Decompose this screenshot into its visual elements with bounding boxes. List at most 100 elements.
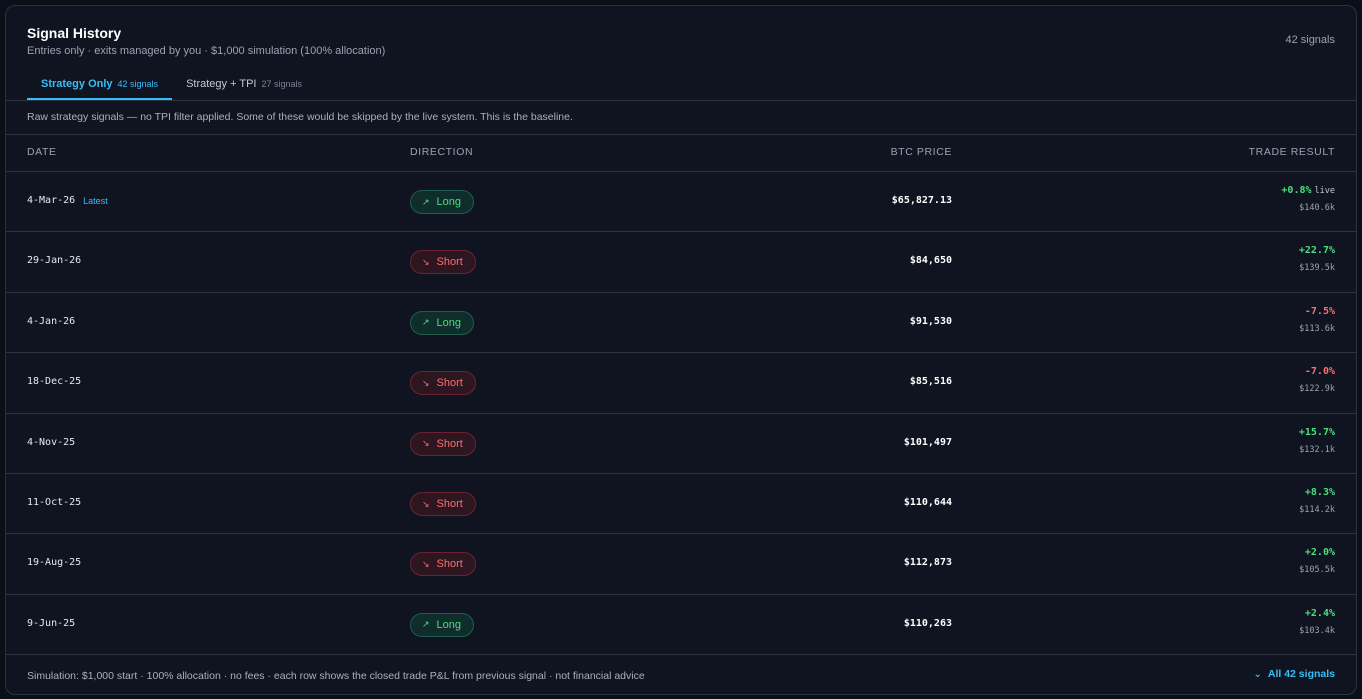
portfolio-value: $122.9k (1299, 384, 1335, 395)
btc-price: $110,263 (903, 617, 952, 629)
direction-label: Long (436, 316, 462, 329)
arrow-up-right-icon: ↗ (422, 619, 430, 630)
date-text: 19-Aug-25 (27, 557, 82, 569)
result-percent: -7.0% (1299, 365, 1335, 379)
direction-badge: ↘ Short (410, 552, 476, 577)
signal-date: 4-Jan-26 (27, 316, 75, 327)
signal-history-panel: Signal History Entries only · exits mana… (5, 5, 1357, 695)
direction-label: Long (436, 196, 462, 208)
direction-label: Long (436, 618, 462, 631)
date-text: 4-Nov-25 (27, 436, 76, 448)
column-header-direction: DIRECTION (410, 146, 474, 158)
trade-result: +22.7% $139.5k (1299, 244, 1335, 275)
btc-price: $110,644 (903, 497, 952, 508)
panel-subtitle: Entries only · exits managed by you · $1… (27, 45, 386, 57)
tab-bar: Strategy Only 42 signals Strategy + TPI … (27, 76, 316, 100)
trade-result: +0.8% live $140.6k (1281, 184, 1335, 215)
portfolio-value: $132.1k (1299, 444, 1335, 455)
arrow-down-right-icon: ↘ (422, 377, 430, 388)
result-percent-value: +2.0% (1304, 547, 1335, 559)
btc-price: $65,827.13 (891, 195, 952, 206)
panel-header: Signal History Entries only · exits mana… (6, 6, 1356, 101)
direction-badge: ↘ Short (410, 492, 476, 516)
trade-result: +15.7% $132.1k (1299, 426, 1335, 457)
panel-title: Signal History (27, 25, 122, 41)
trade-result: +2.0% $105.5k (1299, 546, 1335, 577)
btc-price: $101,497 (903, 436, 952, 448)
portfolio-value: $105.5k (1299, 565, 1335, 576)
live-tag: live (1314, 186, 1335, 196)
arrow-down-right-icon: ↘ (422, 498, 430, 509)
signal-date: 19-Aug-25 (27, 557, 81, 568)
signal-date: 4-Mar-26 Latest (27, 195, 108, 206)
result-percent-value: +22.7% (1298, 245, 1335, 257)
divider (6, 134, 1356, 135)
signal-date: 29-Jan-26 (27, 255, 81, 266)
arrow-down-right-icon: ↘ (422, 558, 430, 569)
column-header-date: DATE (27, 146, 57, 158)
direction-label: Short (436, 558, 463, 571)
portfolio-value: $114.2k (1299, 505, 1335, 515)
direction-label: Short (436, 377, 463, 390)
portfolio-value: $103.4k (1299, 625, 1335, 636)
trade-result: +2.4% $103.4k (1299, 607, 1335, 638)
table-row: 4-Mar-26 Latest ↗ Long $65,827.13 +0.8% live $1… (6, 171, 1356, 231)
all-signals-label: All 42 signals (1267, 668, 1335, 680)
table-row: 11-Oct-25 ↘ Short $110,644 +8.3% $114.2k (6, 473, 1356, 533)
arrow-down-right-icon: ↘ (422, 256, 430, 267)
signal-date: 4-Nov-25 (27, 437, 75, 448)
result-percent-value: +0.8% (1281, 185, 1312, 196)
result-percent: +2.0% (1299, 546, 1335, 560)
table-row: 29-Jan-26 ↘ Short $84,650 +22.7% $139.5k (6, 231, 1356, 291)
result-percent-value: +2.4% (1304, 607, 1335, 619)
result-percent-value: +8.3% (1304, 487, 1335, 498)
btc-price: $84,650 (909, 255, 952, 267)
result-percent: +8.3% (1299, 486, 1335, 500)
footer-disclaimer: Simulation: $1,000 start · 100% allocati… (27, 670, 645, 682)
signal-date: 9-Jun-25 (27, 618, 75, 629)
column-header-result: TRADE RESULT (1248, 146, 1335, 158)
result-percent: +22.7% (1299, 244, 1335, 258)
direction-badge: ↗ Long (410, 310, 475, 335)
direction-label: Short (436, 256, 463, 269)
latest-tag: Latest (83, 195, 108, 206)
arrow-up-right-icon: ↗ (422, 196, 430, 207)
result-percent: +15.7% (1299, 426, 1335, 440)
divider (6, 654, 1356, 655)
all-signals-button[interactable]: ⌄ All 42 signals (1253, 668, 1335, 680)
signal-count: 42 signals (1285, 34, 1335, 46)
tab-count: 42 signals (117, 79, 159, 89)
arrow-up-right-icon: ↗ (422, 317, 430, 328)
trade-result: -7.5% $113.6k (1299, 305, 1335, 336)
result-percent: +2.4% (1299, 607, 1335, 621)
result-percent: +0.8% live (1281, 184, 1335, 198)
signal-date: 18-Dec-25 (27, 376, 81, 387)
result-percent-value: -7.5% (1304, 305, 1335, 317)
date-text: 4-Mar-26 (27, 195, 76, 206)
portfolio-value: $139.5k (1299, 263, 1335, 274)
btc-price: $112,873 (903, 557, 952, 569)
table-row: 18-Dec-25 ↘ Short $85,516 -7.0% $122.9k (6, 352, 1356, 412)
date-text: 4-Jan-26 (27, 315, 76, 327)
date-text: 29-Jan-26 (27, 255, 82, 267)
tab-count: 27 signals (261, 79, 303, 89)
table-row: 4-Nov-25 ↘ Short $101,497 +15.7% $132.1k (6, 412, 1356, 473)
trade-result: +8.3% $114.2k (1299, 486, 1335, 517)
table-row: 19-Aug-25 ↘ Short $112,873 +2.0% $105.5k (6, 533, 1356, 593)
date-text: 11-Oct-25 (27, 497, 82, 508)
table-row: 4-Jan-26 ↗ Long $91,530 -7.5% $113.6k (6, 291, 1356, 352)
btc-price: $85,516 (909, 376, 952, 388)
trade-result: -7.0% $122.9k (1299, 365, 1335, 396)
chevron-down-icon: ⌄ (1253, 668, 1262, 680)
signal-date: 11-Oct-25 (27, 497, 81, 508)
direction-badge: ↘ Short (410, 250, 476, 275)
direction-label: Short (436, 498, 463, 510)
direction-badge: ↘ Short (410, 431, 476, 456)
arrow-down-right-icon: ↘ (422, 438, 430, 449)
result-percent-value: +15.7% (1298, 426, 1335, 438)
btc-price: $91,530 (909, 315, 952, 327)
table-row: 9-Jun-25 ↗ Long $110,263 +2.4% $103.4k (6, 593, 1356, 654)
tab-strategy-only[interactable]: Strategy Only 42 signals (27, 76, 173, 100)
column-header-price: BTC PRICE (890, 146, 952, 158)
tab-strategy-tpi[interactable]: Strategy + TPI 27 signals (172, 76, 316, 100)
